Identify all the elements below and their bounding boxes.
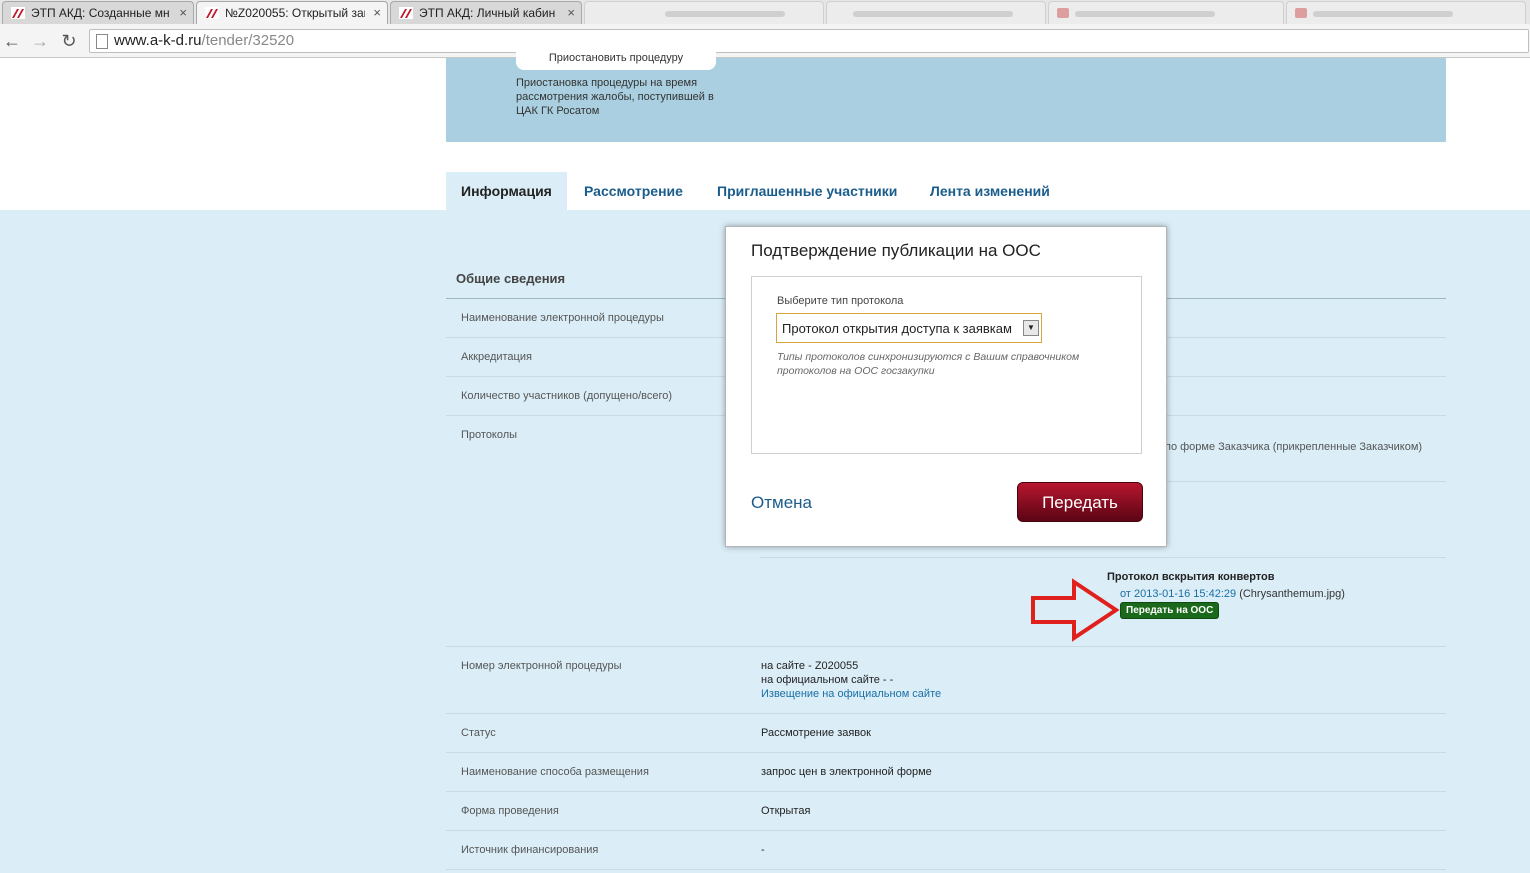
back-icon[interactable]: ← (1, 30, 23, 52)
section-title: Общие сведения (456, 271, 566, 286)
divider (446, 752, 1446, 753)
protocol-type-value: Протокол открытия доступа к заявкам (782, 321, 1012, 336)
browser-tab[interactable] (584, 1, 824, 24)
tab-title: ЭТП АКД: Созданные мн (31, 6, 170, 20)
row-label-number: Номер электронной процедуры (461, 660, 622, 672)
protocol-type-select[interactable]: Протокол открытия доступа к заявкам ▼ (776, 313, 1042, 343)
row-label-form: Форма проведения (461, 805, 559, 817)
browser-tab[interactable]: ЭТП АКД: Созданные мн × (2, 1, 194, 24)
tab-info[interactable]: Информация (446, 172, 567, 210)
site-logo-icon (11, 7, 25, 19)
close-icon[interactable]: × (567, 5, 575, 20)
divider (446, 830, 1446, 831)
browser-tab[interactable] (1286, 1, 1526, 24)
divider (446, 791, 1446, 792)
row-label-accreditation: Аккредитация (461, 351, 532, 363)
site-logo-icon (205, 7, 219, 19)
row-value-status: Рассмотрение заявок (761, 727, 871, 739)
number-site: на сайте - Z020055 (761, 660, 859, 672)
protocol-type-label: Выберите тип протокола (777, 295, 904, 307)
blurred-tab-title (853, 11, 1013, 17)
red-arrow-icon (1031, 578, 1120, 642)
row-label-protocols: Протоколы (461, 429, 518, 441)
browser-tab[interactable] (826, 1, 1046, 24)
dialog-form: Выберите тип протокола Протокол открытия… (751, 276, 1142, 454)
forward-icon[interactable]: → (29, 30, 51, 52)
page-icon (96, 34, 108, 49)
divider (760, 557, 1446, 558)
tab-changes[interactable]: Лента изменений (930, 172, 1050, 210)
browser-tab[interactable]: ЭТП АКД: Личный кабин × (390, 1, 582, 24)
send-to-oos-button[interactable]: Передать на ООС (1120, 602, 1220, 619)
youtube-icon (1295, 8, 1307, 18)
close-icon[interactable]: × (373, 5, 381, 20)
row-label-funding: Источник финансирования (461, 844, 599, 856)
protocol-type-hint: Типы протоколов синхронизируются с Вашим… (777, 351, 1080, 377)
url-path: /tender/32520 (201, 32, 295, 49)
protocol-date: от 2013-01-16 15:42:29 (Chrysanthemum.jp… (1120, 588, 1345, 600)
divider (446, 869, 1446, 870)
youtube-icon (1057, 8, 1069, 18)
row-value-funding: - (761, 844, 765, 856)
row-value-method: запрос цен в электронной форме (761, 766, 932, 778)
browser-tab-active[interactable]: №Z020055: Открытый заг × (196, 1, 388, 24)
blurred-tab-title (665, 11, 785, 17)
divider (446, 646, 1446, 647)
reload-icon[interactable]: ↻ (58, 30, 80, 52)
browser-toolbar: ← → ↻ www.a-k-d.ru/tender/32520 (0, 24, 1530, 58)
site-logo-icon (399, 7, 413, 19)
row-label-method: Наименование способа размещения (461, 766, 649, 778)
row-label-name: Наименование электронной процедуры (461, 312, 664, 324)
suspend-note: Приостановка процедуры на время рассмотр… (516, 77, 714, 117)
cancel-button[interactable]: Отмена (751, 493, 812, 513)
suspend-procedure-button[interactable]: Приостановить процедуру (516, 52, 716, 70)
number-official: на официальном сайте - - (761, 674, 894, 686)
dialog-title: Подтверждение публикации на ООС (751, 241, 1041, 260)
divider (446, 713, 1446, 714)
browser-tabstrip: ЭТП АКД: Созданные мн × №Z020055: Открыт… (0, 0, 1530, 24)
url-text: www.a-k-d.ru/tender/32520 (114, 32, 294, 49)
address-bar[interactable]: www.a-k-d.ru/tender/32520 (89, 29, 1529, 53)
blurred-tab-title (1313, 11, 1453, 17)
protocol-title: Протокол вскрытия конвертов (1107, 571, 1275, 583)
dropdown-arrow-icon[interactable]: ▼ (1023, 320, 1039, 336)
tab-title: ЭТП АКД: Личный кабин (419, 6, 556, 20)
url-host: www.a-k-d.ru (114, 32, 202, 49)
protocols-customer-note: по форме Заказчика (прикрепленные Заказч… (1165, 441, 1423, 453)
publish-confirm-dialog: Подтверждение публикации на ООС Выберите… (725, 226, 1167, 547)
official-notice-link[interactable]: Извещение на официальном сайте (761, 687, 941, 701)
tab-title: №Z020055: Открытый заг (225, 6, 365, 20)
row-value-form: Открытая (761, 805, 811, 817)
row-label-status: Статус (461, 727, 496, 739)
close-icon[interactable]: × (179, 5, 187, 20)
procedure-banner: Приостановить процедуру Приостановка про… (446, 52, 1446, 142)
protocol-date-link[interactable]: от 2013-01-16 15:42:29 (1120, 588, 1236, 600)
tab-review[interactable]: Рассмотрение (584, 172, 683, 210)
submit-button[interactable]: Передать (1017, 482, 1143, 522)
browser-tab[interactable] (1048, 1, 1284, 24)
protocol-file: (Chrysanthemum.jpg) (1239, 588, 1345, 600)
row-value-number: на сайте - Z020055 на официальном сайте … (761, 659, 941, 701)
row-label-participants: Количество участников (допущено/всего) (461, 390, 673, 402)
tab-invited[interactable]: Приглашенные участники (717, 172, 897, 210)
blurred-tab-title (1075, 11, 1215, 17)
